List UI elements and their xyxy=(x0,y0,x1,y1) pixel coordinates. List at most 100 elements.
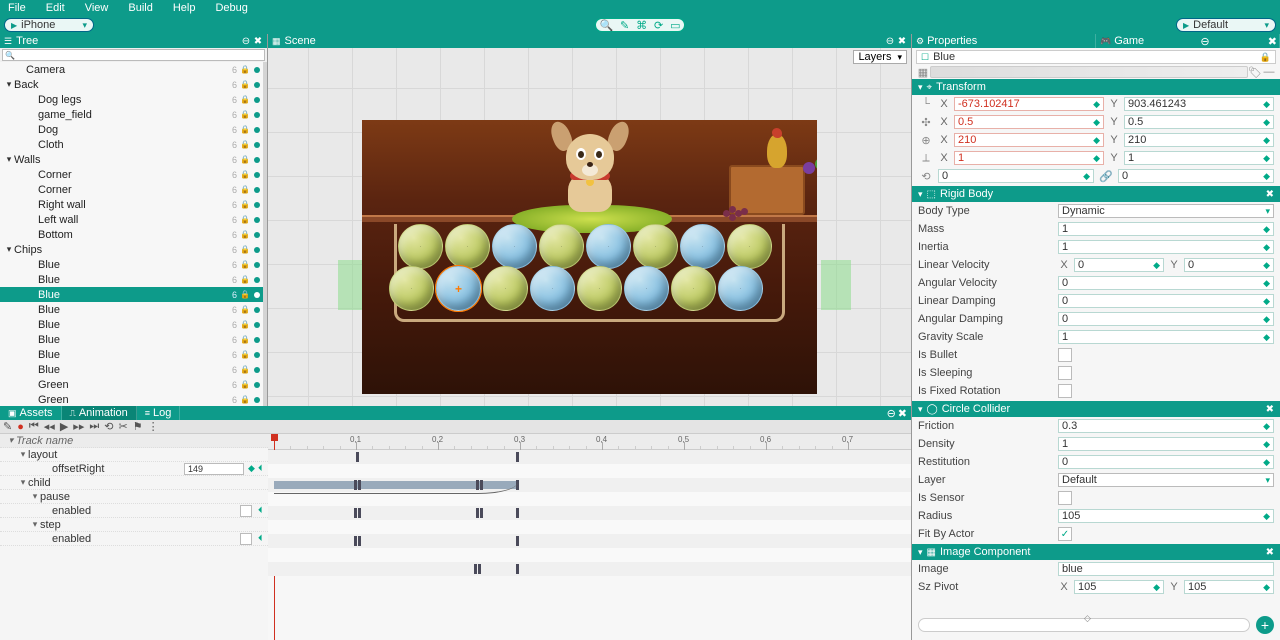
angdamp-input[interactable]: 0◆ xyxy=(1058,312,1274,326)
tree-item[interactable]: Corner6🔒 xyxy=(0,182,263,197)
tree-item[interactable]: game_field6🔒 xyxy=(0,107,263,122)
remove-icon[interactable]: — xyxy=(1262,66,1276,78)
menu-edit[interactable]: Edit xyxy=(46,2,65,14)
tab-log[interactable]: ≡Log xyxy=(137,406,181,420)
friction-input[interactable]: 0.3◆ xyxy=(1058,419,1274,433)
layers-dropdown[interactable]: Layers xyxy=(853,50,907,64)
delete-icon[interactable]: ✖ xyxy=(1266,404,1274,415)
cut-icon[interactable]: ✂ xyxy=(118,420,127,433)
tree-item[interactable]: Dog6🔒 xyxy=(0,122,263,137)
track-row[interactable]: ▾pause xyxy=(0,490,268,504)
delete-icon[interactable]: ✖ xyxy=(1266,189,1274,200)
image-input[interactable]: blue xyxy=(1058,562,1274,576)
inertia-input[interactable]: 1◆ xyxy=(1058,240,1274,254)
fit-checkbox[interactable] xyxy=(1058,527,1072,541)
section-transform[interactable]: ▾⌖Transform xyxy=(912,79,1280,95)
prev-frame-icon[interactable]: ◂◂ xyxy=(44,420,55,433)
minimize-icon[interactable] xyxy=(885,36,895,47)
section-rigidbody[interactable]: ▾⬚Rigid Body✖ xyxy=(912,186,1280,202)
track-row[interactable]: offsetRight149◆⏴ xyxy=(0,462,268,476)
density-input[interactable]: 1◆ xyxy=(1058,437,1274,451)
tag-icon[interactable]: 🏷 xyxy=(1248,66,1262,79)
play-icon[interactable]: ▶ xyxy=(60,420,68,433)
layout-dropdown[interactable]: Default xyxy=(1176,18,1276,32)
layer-select[interactable]: Default xyxy=(1058,473,1274,487)
options-icon[interactable]: ⋮ xyxy=(148,420,159,433)
scene-viewport[interactable]: Layers xyxy=(268,48,911,406)
close-icon[interactable] xyxy=(897,36,907,47)
tab-animation[interactable]: ⎍Animation xyxy=(62,406,137,420)
angvel-input[interactable]: 0◆ xyxy=(1058,276,1274,290)
linvel-y-input[interactable]: 0◆ xyxy=(1184,258,1274,272)
tree-item[interactable]: Camera6🔒 xyxy=(0,62,263,77)
tree-item[interactable]: Cloth6🔒 xyxy=(0,137,263,152)
link-icon[interactable]: 🔗 xyxy=(1098,170,1114,183)
section-circle-collider[interactable]: ▾◯Circle Collider✖ xyxy=(912,401,1280,417)
size-y-input[interactable]: 210◆ xyxy=(1124,133,1274,147)
size-x-input[interactable]: 210◆ xyxy=(954,133,1104,147)
skip-start-icon[interactable]: ⏮ xyxy=(29,420,39,433)
object-name-field[interactable]: Blue🔒 xyxy=(916,50,1276,64)
tree-item[interactable]: Blue6🔒 xyxy=(0,332,263,347)
tab-properties[interactable]: ⚙Properties xyxy=(912,34,1096,48)
lindamp-input[interactable]: 0◆ xyxy=(1058,294,1274,308)
sleep-checkbox[interactable] xyxy=(1058,366,1072,380)
track-row[interactable]: ▾step xyxy=(0,518,268,532)
record-icon[interactable]: ● xyxy=(17,421,24,433)
menu-debug[interactable]: Debug xyxy=(215,2,247,14)
tab-game[interactable]: 🎮Game xyxy=(1096,34,1280,48)
track-row[interactable]: ▾layout xyxy=(0,448,268,462)
mass-input[interactable]: 1◆ xyxy=(1058,222,1274,236)
scene-tool-icons[interactable]: 🔍 ✎ ⌘ ⟳ ▭ xyxy=(595,18,685,32)
track-list[interactable]: ▾Track name ▾layoutoffsetRight149◆⏴▾chil… xyxy=(0,434,268,640)
restitution-input[interactable]: 0◆ xyxy=(1058,455,1274,469)
tree-item[interactable]: Dog legs6🔒 xyxy=(0,92,263,107)
radius-input[interactable]: 105◆ xyxy=(1058,509,1274,523)
szpivot-y-input[interactable]: 105◆ xyxy=(1184,580,1274,594)
tree-item[interactable]: Green6🔒 xyxy=(0,377,263,392)
minimize-icon[interactable] xyxy=(1200,35,1209,48)
menu-view[interactable]: View xyxy=(85,2,109,14)
menu-file[interactable]: File xyxy=(8,2,26,14)
add-component-button[interactable]: + xyxy=(1256,616,1274,634)
tree-item[interactable]: Bottom6🔒 xyxy=(0,227,263,242)
skip-end-icon[interactable]: ⏭ xyxy=(89,420,99,433)
rot-y-input[interactable]: 0◆ xyxy=(1118,169,1274,183)
lock-icon[interactable]: 🔒 xyxy=(1260,52,1271,63)
tree-item[interactable]: Blue6🔒 xyxy=(0,362,263,377)
tab-assets[interactable]: ▣Assets xyxy=(0,406,62,420)
tree-item[interactable]: ▾Walls6🔒 xyxy=(0,152,263,167)
frame-icon[interactable]: ▭ xyxy=(670,19,680,32)
scale-y-input[interactable]: 0.5◆ xyxy=(1124,115,1274,129)
close-icon[interactable] xyxy=(898,407,907,420)
track-row[interactable]: enabled⏴ xyxy=(0,504,268,518)
device-dropdown[interactable]: iPhone xyxy=(4,18,94,32)
minimize-icon[interactable] xyxy=(241,36,251,47)
tree-search-input[interactable] xyxy=(2,49,265,61)
fixed-checkbox[interactable] xyxy=(1058,384,1072,398)
next-frame-icon[interactable]: ▸▸ xyxy=(73,420,84,433)
tree-item[interactable]: Left wall6🔒 xyxy=(0,212,263,227)
refresh-icon[interactable]: ⟳ xyxy=(654,19,663,32)
pivot-y-input[interactable]: 1◆ xyxy=(1124,151,1274,165)
menu-help[interactable]: Help xyxy=(173,2,196,14)
rot-x-input[interactable]: 0◆ xyxy=(938,169,1094,183)
pos-x-input[interactable]: -673.102417◆ xyxy=(954,97,1104,111)
pivot-x-input[interactable]: 1◆ xyxy=(954,151,1104,165)
pos-y-input[interactable]: 903.461243◆ xyxy=(1124,97,1274,111)
tree-item[interactable]: Blue6🔒 xyxy=(0,317,263,332)
close-icon[interactable] xyxy=(253,36,263,47)
search-icon[interactable]: 🔍 xyxy=(599,19,613,32)
tree-item[interactable]: Corner6🔒 xyxy=(0,167,263,182)
tree-item[interactable]: Blue6🔒 xyxy=(0,272,263,287)
szpivot-x-input[interactable]: 105◆ xyxy=(1074,580,1164,594)
grav-input[interactable]: 1◆ xyxy=(1058,330,1274,344)
delete-icon[interactable]: ✖ xyxy=(1266,547,1274,558)
section-image[interactable]: ▾▦Image Component✖ xyxy=(912,544,1280,560)
track-row[interactable]: enabled⏴ xyxy=(0,532,268,546)
link-icon[interactable]: ⌘ xyxy=(636,19,647,32)
tag-slot[interactable] xyxy=(930,66,1248,78)
marker-icon[interactable]: ⚑ xyxy=(133,420,143,433)
track-row[interactable]: ▾child xyxy=(0,476,268,490)
tree-item[interactable]: Blue6🔒 xyxy=(0,257,263,272)
